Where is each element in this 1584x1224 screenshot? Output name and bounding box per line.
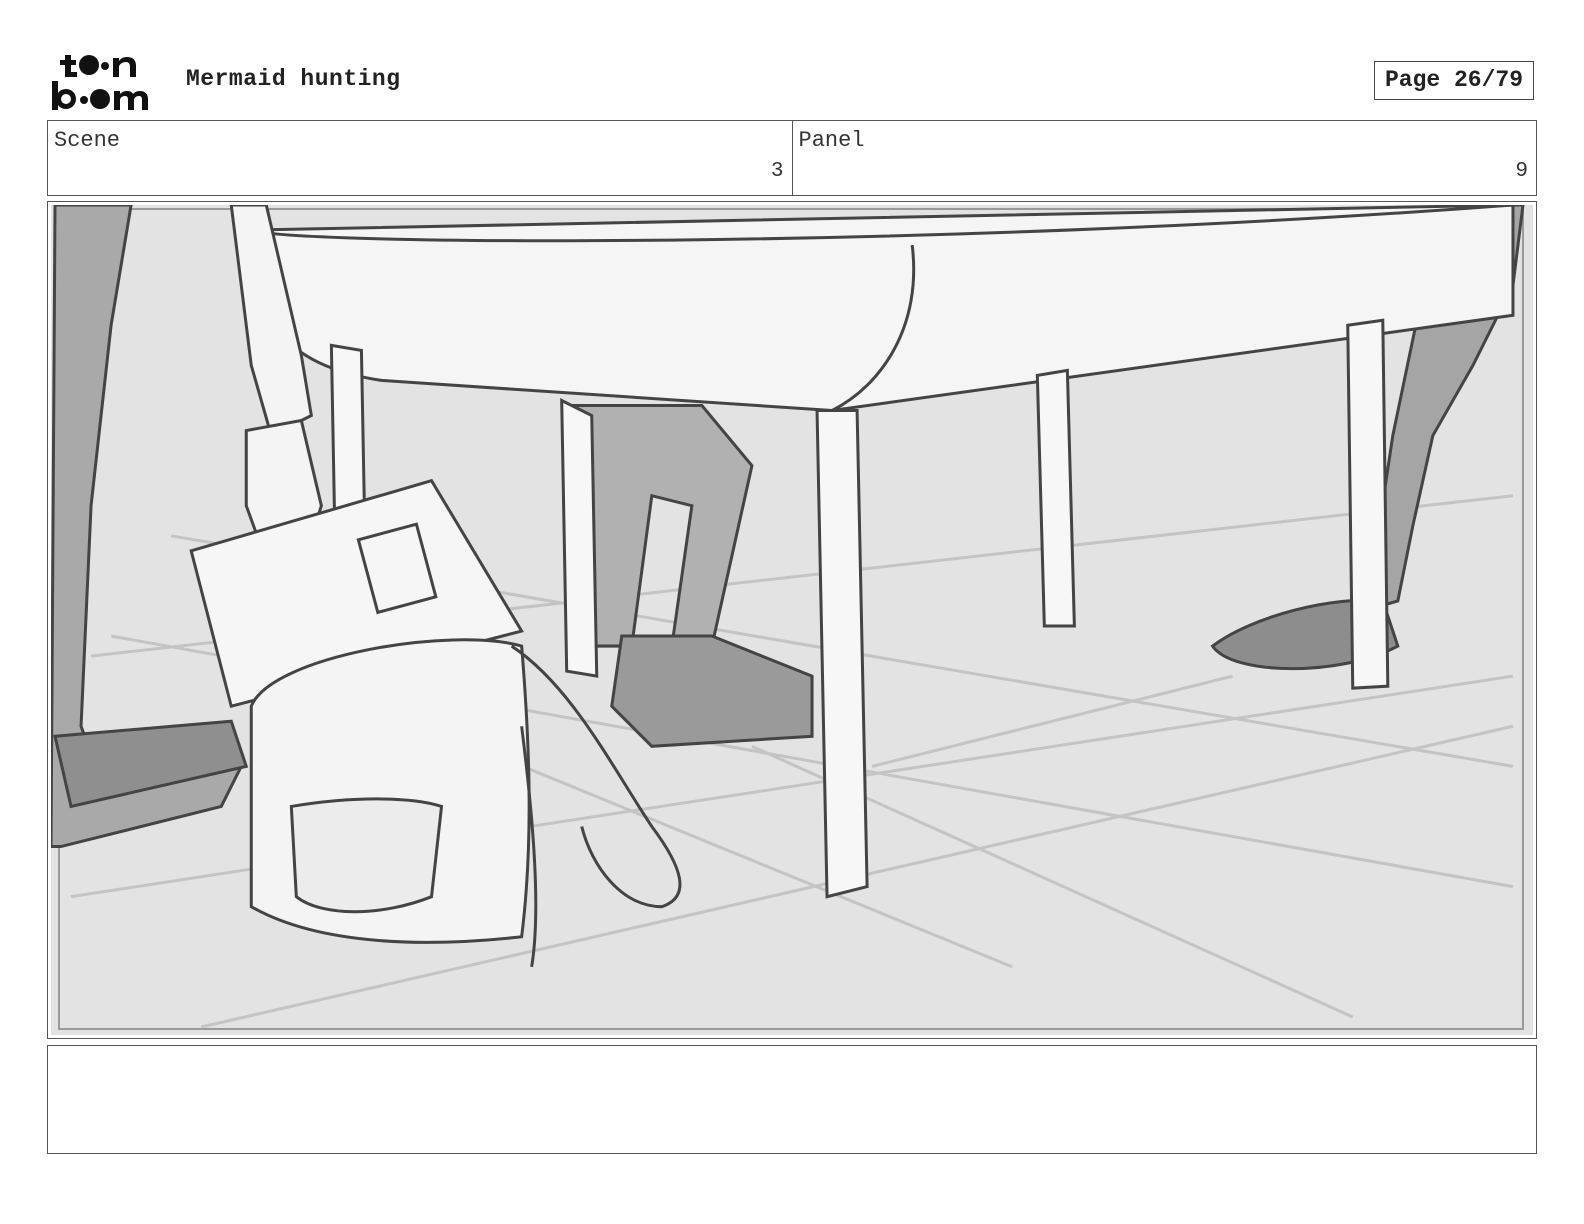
storyboard-panel — [47, 201, 1537, 1039]
project-title: Mermaid hunting — [186, 66, 401, 92]
notes-box — [47, 1045, 1537, 1154]
panel-number: 9 — [1515, 160, 1528, 183]
scene-number: 3 — [770, 160, 784, 183]
scene-cell: Scene 3 — [48, 121, 792, 195]
page-number: Page 26/79 — [1374, 61, 1534, 100]
panel-sketch — [51, 205, 1533, 1035]
scene-panel-info: Scene 3 Panel 9 — [47, 120, 1537, 196]
scene-label: Scene — [54, 128, 121, 153]
toon-boom-logo — [52, 55, 148, 110]
panel-cell: Panel 9 — [791, 121, 1537, 195]
panel-label: Panel — [798, 128, 865, 153]
